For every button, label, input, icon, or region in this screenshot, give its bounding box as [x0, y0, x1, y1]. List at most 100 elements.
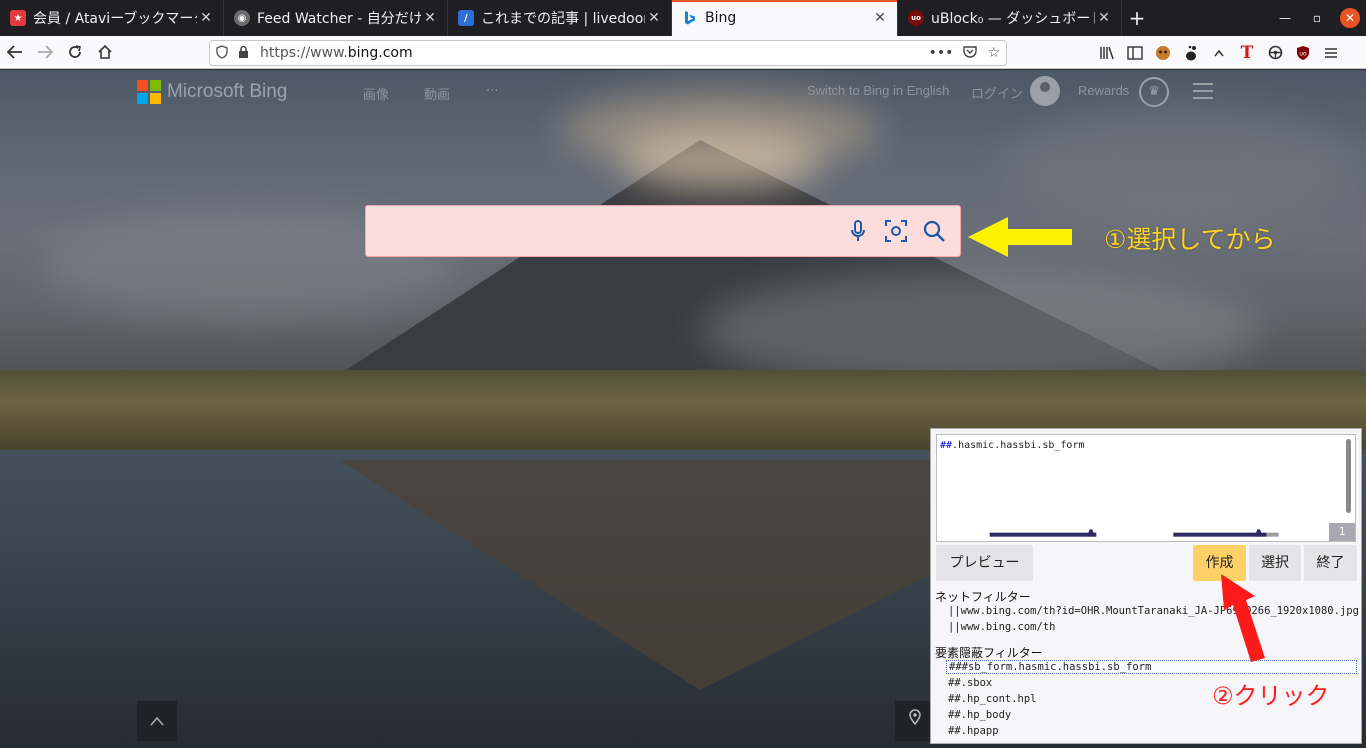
forward-button[interactable] [30, 38, 60, 66]
reload-button[interactable] [60, 38, 90, 66]
cosmetic-filter-item[interactable]: ##.hpapp [948, 725, 999, 737]
translate-extension-icon[interactable]: T [1238, 43, 1256, 63]
nav-more-link[interactable]: ··· [486, 84, 498, 99]
gnome-extension-icon[interactable] [1182, 44, 1200, 62]
tab-atavi[interactable]: ★ 会員 / Ataviーブックマーク ✕ [0, 0, 224, 36]
sidebar-icon[interactable] [1126, 44, 1144, 62]
search-box[interactable] [365, 205, 961, 257]
nav-images-link[interactable]: 画像 [363, 84, 389, 103]
tab-title: Bing [705, 10, 737, 26]
url-text[interactable]: https://www.bing.com [260, 45, 929, 61]
quit-button[interactable]: 終了 [1304, 545, 1357, 581]
tab-title: uBlock₀ — ダッシュボード [931, 11, 1095, 27]
extensions-toolbar: T uo [1098, 36, 1340, 69]
new-tab-button[interactable]: + [1122, 0, 1152, 36]
filter-selector: .hasmic.hassbi.sb_form [952, 440, 1085, 451]
rewards-link[interactable]: Rewards [1078, 83, 1129, 98]
scroll-up-button[interactable] [137, 701, 177, 741]
tab-livedoor[interactable]: ∕ これまでの記事 | livedoor ✕ [448, 0, 672, 36]
bing-header: Microsoft Bing 画像 動画 ··· Switch to Bing … [0, 70, 1366, 114]
pocket-icon[interactable] [963, 45, 978, 62]
ublock-icon: uo [908, 10, 924, 26]
tab-bar: ★ 会員 / Ataviーブックマーク ✕ ◉ Feed Watcher - 自… [0, 0, 1366, 36]
back-button[interactable] [0, 38, 30, 66]
switch-language-link[interactable]: Switch to Bing in English [807, 83, 949, 98]
cosmetic-filter-item[interactable]: ##.sbox [948, 677, 992, 689]
url-actions: ••• ☆ [929, 45, 1000, 62]
nav-videos-link[interactable]: 動画 [424, 84, 450, 103]
microphone-icon[interactable] [846, 218, 870, 244]
bookmark-star-icon[interactable]: ☆ [987, 45, 1000, 62]
navigation-toolbar: https://www.bing.com ••• ☆ T uo [0, 36, 1366, 69]
avatar[interactable] [1030, 76, 1060, 106]
tab-feed-watcher[interactable]: ◉ Feed Watcher - 自分だけの ✕ [224, 0, 448, 36]
cosmetic-filter-item[interactable]: ##.hp_body [948, 709, 1011, 721]
tab-title: 会員 / Ataviーブックマーク [33, 11, 197, 27]
location-pin-icon [909, 709, 921, 726]
network-filter-item[interactable]: ||www.bing.com/th [948, 621, 1055, 633]
window-controls: — ▫ ✕ [1276, 0, 1366, 36]
close-icon[interactable]: ✕ [871, 10, 889, 26]
close-icon[interactable]: ✕ [645, 10, 663, 26]
url-bar[interactable]: https://www.bing.com ••• ☆ [209, 40, 1007, 66]
url-prefix: https://www. [260, 45, 348, 61]
red-arrow-annotation [1221, 574, 1265, 662]
window-close-icon[interactable]: ✕ [1340, 8, 1360, 28]
atavi-icon: ★ [10, 10, 26, 26]
url-domain: bing.com [347, 45, 413, 61]
tab-title: これまでの記事 | livedoor [481, 11, 645, 27]
ublock-toolbar-icon[interactable]: uo [1294, 44, 1312, 62]
bing-icon [682, 10, 698, 26]
filter-hash: ## [940, 440, 953, 451]
hamburger-menu-icon[interactable] [1193, 83, 1213, 104]
cosmetic-filter-item[interactable]: ##.hp_cont.hpl [948, 693, 1037, 705]
menu-icon[interactable] [1322, 44, 1340, 62]
tab-ublock-dashboard[interactable]: uo uBlock₀ — ダッシュボード ✕ [898, 0, 1122, 36]
feed-icon: ◉ [234, 10, 250, 26]
depth-slider[interactable] [963, 528, 1123, 540]
step1-annotation: ①選択してから [1104, 225, 1276, 254]
maximize-icon[interactable]: ▫ [1308, 11, 1326, 25]
bing-logo[interactable]: Microsoft Bing [137, 80, 287, 104]
cosmetic-filters-heading: 要素隠蔽フィルター [935, 646, 1043, 660]
tracking-shield-icon[interactable] [216, 44, 232, 62]
reload-icon [69, 45, 81, 58]
network-filters-heading: ネットフィルター [935, 590, 1031, 604]
login-link[interactable]: ログイン [971, 83, 1023, 102]
cosmetic-filter-item-selected[interactable]: ###sb_form.hasmic.hassbi.sb_form [946, 660, 1357, 674]
cloud-cap-decoration [620, 130, 820, 190]
caret-up-icon[interactable] [1210, 44, 1228, 62]
network-filter-item[interactable]: ||www.bing.com/th?id=OHR.MountTaranaki_J… [948, 605, 1359, 617]
visual-search-icon[interactable] [884, 218, 908, 244]
fox-extension-icon[interactable] [1154, 44, 1172, 62]
back-arrow-icon [7, 45, 22, 59]
yellow-arrow-annotation [968, 217, 1072, 257]
editor-scrollbar[interactable] [1346, 439, 1351, 513]
close-icon[interactable]: ✕ [421, 10, 439, 26]
step2-annotation: ②クリック [1212, 682, 1330, 710]
minimize-icon[interactable]: — [1276, 11, 1294, 25]
location-button[interactable] [895, 701, 935, 741]
close-icon[interactable]: ✕ [1095, 10, 1113, 26]
filter-editor[interactable]: ##.hasmic.hassbi.sb_form 1 [936, 434, 1356, 542]
lock-icon[interactable] [238, 45, 252, 62]
filter-code: ##.hasmic.hassbi.sb_form [940, 440, 1085, 451]
forward-arrow-icon [38, 45, 53, 59]
tab-bing[interactable]: Bing ✕ [672, 0, 898, 36]
logo-text: Microsoft Bing [167, 81, 288, 102]
preview-button[interactable]: プレビュー [936, 545, 1033, 581]
specificity-slider[interactable] [1147, 528, 1305, 540]
search-tools [846, 218, 946, 244]
livedoor-icon: ∕ [458, 10, 474, 26]
svg-text:uo: uo [1299, 50, 1307, 57]
steering-wheel-icon[interactable] [1266, 44, 1284, 62]
close-icon[interactable]: ✕ [197, 10, 215, 26]
page-actions-icon[interactable]: ••• [929, 45, 954, 62]
rewards-trophy-icon[interactable]: ♛ [1139, 77, 1169, 107]
tab-title: Feed Watcher - 自分だけの [257, 11, 421, 27]
microsoft-logo-icon [137, 80, 161, 104]
home-button[interactable] [90, 38, 120, 66]
search-icon[interactable] [922, 218, 946, 244]
library-icon[interactable] [1098, 44, 1116, 62]
home-icon [98, 44, 112, 59]
